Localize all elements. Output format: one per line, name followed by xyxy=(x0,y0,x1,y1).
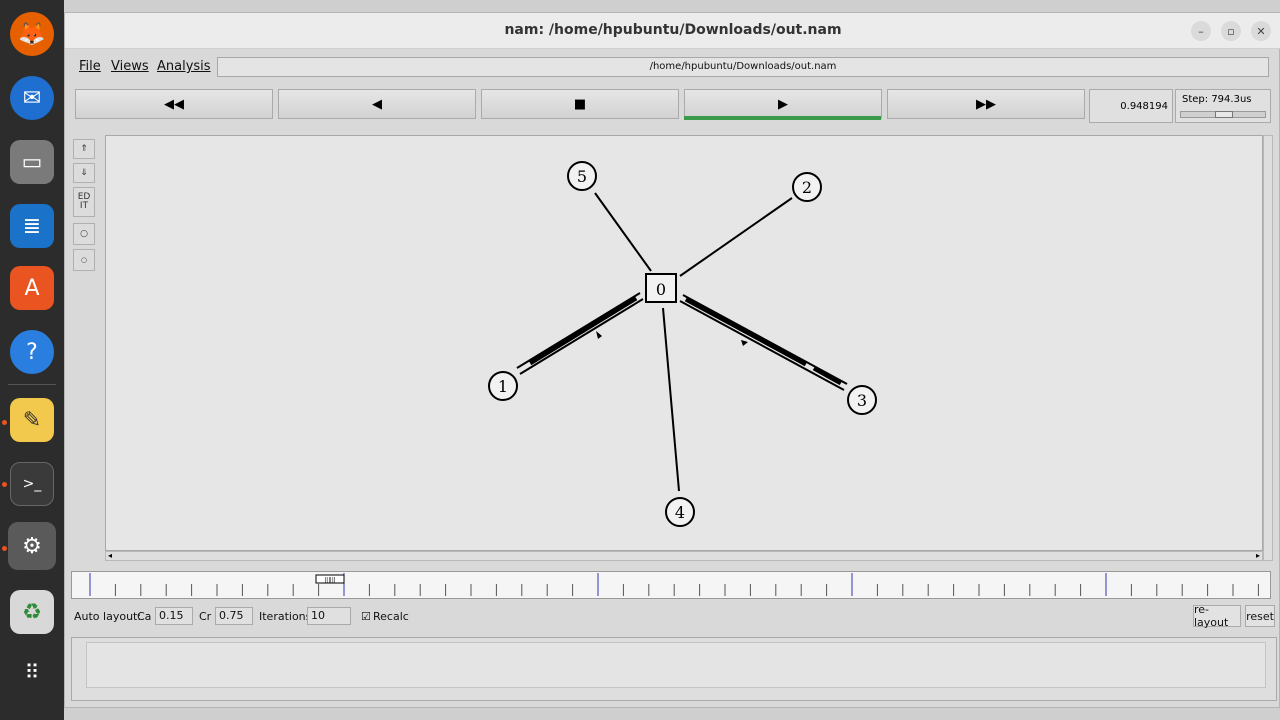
node-5[interactable]: 5 xyxy=(567,161,597,191)
step-back-button[interactable]: ◀ xyxy=(278,89,476,119)
packet-marker xyxy=(741,340,748,346)
node-0[interactable]: 0 xyxy=(645,273,677,303)
ca-input[interactable]: 0.15 xyxy=(155,607,193,625)
small-node-icon[interactable]: ○ xyxy=(73,249,95,271)
link-0-4 xyxy=(662,307,680,492)
playback-controls: ◀◀ ◀ ■ ▶ ▶▶ xyxy=(71,89,1089,121)
step-slider[interactable] xyxy=(1180,111,1266,118)
running-indicator xyxy=(2,420,7,425)
annotation-list[interactable] xyxy=(86,642,1266,688)
close-icon[interactable]: ✕ xyxy=(1251,21,1271,41)
zoom-out-icon[interactable]: ⇓ xyxy=(73,163,95,183)
trash-icon[interactable]: ♻ xyxy=(10,590,54,634)
play-button[interactable]: ▶ xyxy=(684,89,882,119)
help-icon[interactable]: ? xyxy=(10,330,54,374)
file-path-display: /home/hpubuntu/Downloads/out.nam xyxy=(217,57,1269,77)
packet-marker xyxy=(596,331,602,339)
network-canvas[interactable]: 0 1 2 3 4 5 xyxy=(105,135,1263,551)
node-label: 4 xyxy=(675,503,685,522)
node-label: 1 xyxy=(498,377,508,396)
running-indicator xyxy=(2,546,7,551)
cr-label: Cr xyxy=(199,610,212,623)
canvas-horizontal-scrollbar[interactable]: ◂ ▸ xyxy=(105,551,1263,561)
ca-label: Ca xyxy=(137,610,152,623)
cr-input[interactable]: 0.75 xyxy=(215,607,253,625)
menu-views[interactable]: Views xyxy=(111,59,149,74)
step-control: Step: 794.3us xyxy=(1175,89,1271,123)
window-titlebar[interactable]: nam: /home/hpubuntu/Downloads/out.nam – … xyxy=(65,13,1280,49)
rewind-button[interactable]: ◀◀ xyxy=(75,89,273,119)
link-0-2 xyxy=(679,197,793,277)
show-apps-grid-icon[interactable]: ⠿ xyxy=(10,650,54,694)
node-3[interactable]: 3 xyxy=(847,385,877,415)
node-4[interactable]: 4 xyxy=(665,497,695,527)
scroll-left-arrow-icon[interactable]: ◂ xyxy=(108,551,112,560)
text-editor-icon[interactable]: ✎ xyxy=(10,398,54,442)
firefox-icon[interactable]: 🦊 xyxy=(10,12,54,56)
node-label: 2 xyxy=(802,178,812,197)
dock-separator xyxy=(8,384,56,385)
reset-button[interactable]: reset xyxy=(1245,605,1275,627)
menu-analysis[interactable]: Analysis xyxy=(157,59,211,74)
running-indicator xyxy=(2,482,7,487)
node-1[interactable]: 1 xyxy=(488,371,518,401)
fast-forward-button[interactable]: ▶▶ xyxy=(887,89,1085,119)
recalc-checkbox[interactable]: ☑ xyxy=(361,610,371,623)
node-2[interactable]: 2 xyxy=(792,172,822,202)
step-slider-thumb[interactable] xyxy=(1215,111,1233,118)
recalc-label: Recalc xyxy=(373,610,409,623)
link-0-1 xyxy=(516,292,644,375)
timeline-thumb-grip: ‖‖‖ xyxy=(325,577,336,584)
annotation-panel xyxy=(71,637,1277,701)
minimize-icon[interactable]: – xyxy=(1191,21,1211,41)
play-active-indicator xyxy=(684,116,881,120)
timeline-slider[interactable]: ‖‖‖ xyxy=(71,571,1271,599)
node-circle-icon[interactable]: ○ xyxy=(73,223,95,245)
iterations-label: Iterations xyxy=(259,610,312,623)
topology-svg: 0 1 2 3 4 5 xyxy=(488,161,877,527)
auto-layout-bar: Auto layout: Ca 0.15 Cr 0.75 Iterations … xyxy=(65,603,1280,631)
nam-window: nam: /home/hpubuntu/Downloads/out.nam – … xyxy=(64,12,1280,708)
relayout-button[interactable]: re-layout xyxy=(1193,603,1241,629)
stop-button[interactable]: ■ xyxy=(481,89,679,119)
thunderbird-icon[interactable]: ✉ xyxy=(10,76,54,120)
edit-button[interactable]: ED IT xyxy=(73,187,95,217)
canvas-vertical-scrollbar[interactable] xyxy=(1263,135,1273,561)
node-label: 3 xyxy=(857,391,867,410)
settings-gear-icon[interactable]: ⚙ xyxy=(8,522,56,570)
step-label: Step: 794.3us xyxy=(1182,94,1252,105)
terminal-icon[interactable]: >_ xyxy=(10,462,54,506)
node-label: 0 xyxy=(656,280,666,299)
window-title: nam: /home/hpubuntu/Downloads/out.nam xyxy=(504,22,842,38)
files-icon[interactable]: ▭ xyxy=(10,140,54,184)
scroll-right-arrow-icon[interactable]: ▸ xyxy=(1256,551,1260,560)
menu-file[interactable]: File xyxy=(79,59,101,74)
auto-layout-label: Auto layout: xyxy=(74,610,142,623)
link-0-5 xyxy=(594,192,652,272)
time-display: 0.948194 xyxy=(1089,89,1173,123)
timeline-ticks: ‖‖‖ xyxy=(89,573,1259,596)
node-label: 5 xyxy=(577,167,587,186)
iterations-input[interactable]: 10 xyxy=(307,607,351,625)
edit-toolbox: ⇑ ⇓ ED IT ○ ○ xyxy=(73,137,95,273)
ubuntu-dock: 🦊 ✉ ▭ ≣ A ? ✎ >_ ⚙ ♻ ⠿ xyxy=(0,0,64,720)
maximize-icon[interactable]: ▫ xyxy=(1221,21,1241,41)
link-0-3 xyxy=(679,294,848,391)
zoom-in-icon[interactable]: ⇑ xyxy=(73,139,95,159)
writer-icon[interactable]: ≣ xyxy=(10,204,54,248)
app-center-icon[interactable]: A xyxy=(10,266,54,310)
